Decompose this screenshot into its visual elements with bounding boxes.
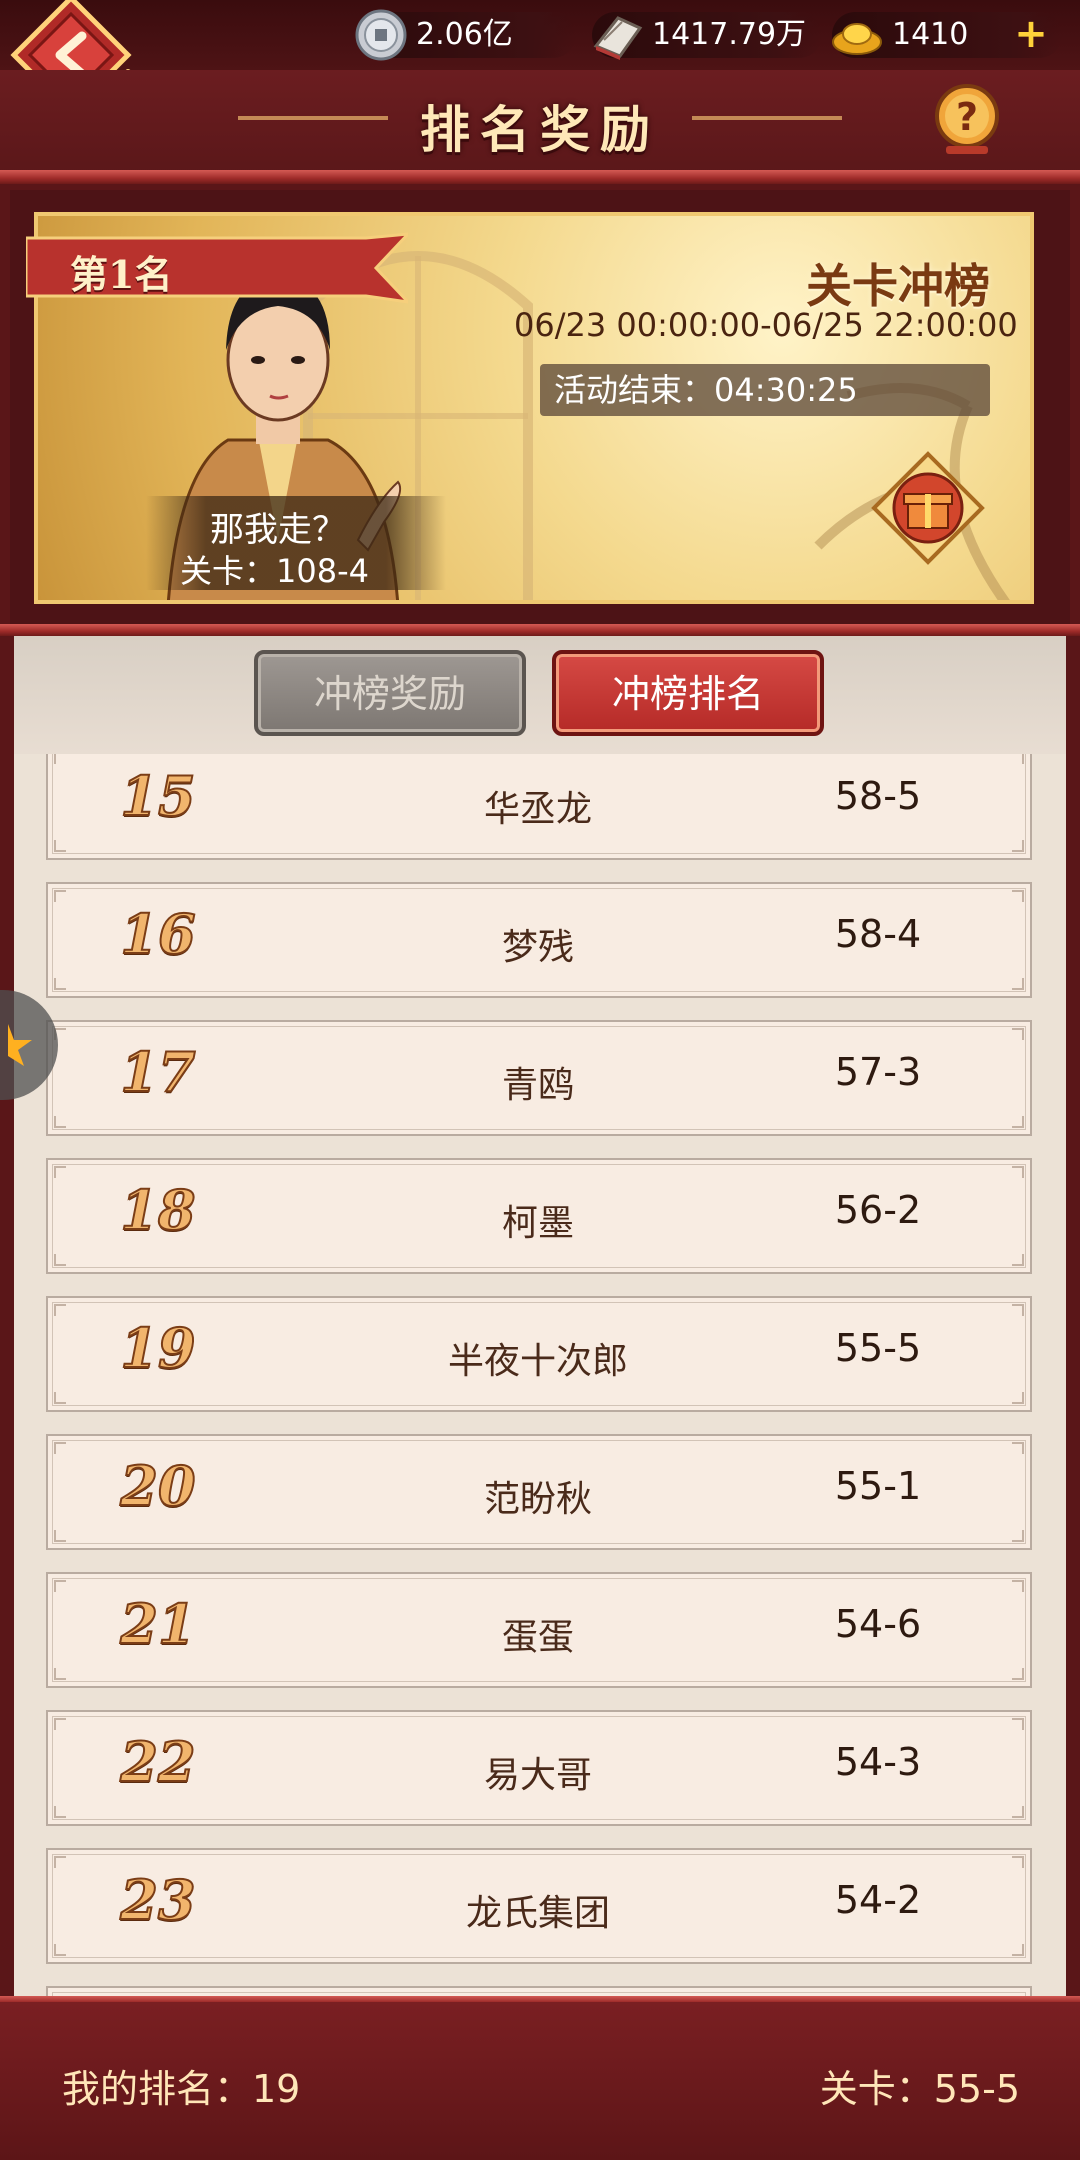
list-item: 23 龙氏集团 54-2 bbox=[46, 1848, 1032, 1964]
list-item: 17 青鸥 57-3 bbox=[46, 1020, 1032, 1136]
rank-number: 16 bbox=[119, 901, 196, 967]
book-icon bbox=[593, 16, 643, 60]
tab-rank-list[interactable]: 冲榜排名 bbox=[552, 650, 824, 736]
top-rail bbox=[0, 170, 1080, 184]
silver-coin-icon bbox=[355, 9, 407, 61]
top-player-stage: 关卡：108-4 bbox=[180, 552, 369, 590]
book-value: 1417.79万 bbox=[652, 17, 807, 52]
rank-number: 19 bbox=[119, 1315, 196, 1381]
list-item: 19 半夜十次郎 55-5 bbox=[46, 1296, 1032, 1412]
player-name: 半夜十次郎 bbox=[447, 1341, 628, 1382]
player-name: 蛋蛋 bbox=[501, 1617, 574, 1658]
list-item: 21 蛋蛋 54-6 bbox=[46, 1572, 1032, 1688]
event-time-range: 06/23 00:00:00-06/25 22:00:00 bbox=[514, 306, 1018, 344]
top-rank-label: 第1名 bbox=[70, 252, 173, 297]
middle-rail bbox=[0, 624, 1080, 636]
top-player-name: 那我走？ bbox=[210, 510, 346, 550]
player-stage: 55-1 bbox=[834, 1464, 922, 1508]
book-resource[interactable]: 1417.79万 bbox=[592, 12, 822, 60]
player-stage: 56-2 bbox=[834, 1188, 922, 1232]
question-mark-icon: ? bbox=[956, 95, 978, 139]
player-stage: 54-6 bbox=[834, 1602, 922, 1646]
player-stage: 55-5 bbox=[834, 1326, 922, 1370]
add-gold-button[interactable]: + bbox=[1014, 14, 1048, 54]
gold-value: 1410 bbox=[892, 17, 969, 52]
rank-number: 15 bbox=[119, 763, 196, 829]
gold-ingot-icon bbox=[832, 23, 882, 55]
help-button[interactable]: ? bbox=[932, 80, 1002, 160]
page-title: 排名奖励 bbox=[420, 100, 660, 159]
rank-number: 17 bbox=[119, 1039, 196, 1105]
rank-number: 18 bbox=[119, 1177, 196, 1243]
list-item: 18 柯墨 56-2 bbox=[46, 1158, 1032, 1274]
list-item: 15 华丞龙 58-5 bbox=[46, 754, 1032, 860]
player-name: 龙氏集团 bbox=[465, 1893, 610, 1934]
event-countdown: 活动结束：04:30:25 bbox=[540, 364, 990, 416]
my-rank: 我的排名：19 bbox=[62, 2067, 301, 2111]
tab-bar bbox=[14, 636, 1066, 754]
list-item: 16 梦残 58-4 bbox=[46, 882, 1032, 998]
star-icon bbox=[8, 1024, 32, 1066]
list-item: 22 易大哥 54-3 bbox=[46, 1710, 1032, 1826]
player-stage: 58-5 bbox=[834, 774, 922, 818]
rank-number: 20 bbox=[119, 1453, 196, 1519]
player-name: 范盼秋 bbox=[483, 1479, 592, 1520]
resource-bar: 2.06亿 1417.79万 1410 + bbox=[0, 0, 1080, 70]
my-stage: 关卡：55-5 bbox=[819, 2067, 1020, 2111]
title-band: 排名奖励 bbox=[0, 70, 1080, 178]
list-item: 20 范盼秋 55-1 bbox=[46, 1434, 1032, 1550]
ranking-list[interactable]: 15 华丞龙 58-5 16 梦残 58-4 17 青鸥 57-3 18 柯墨 … bbox=[14, 754, 1066, 2002]
rank-number: 21 bbox=[119, 1591, 196, 1657]
silver-resource[interactable]: 2.06亿 bbox=[355, 9, 576, 61]
player-stage: 58-4 bbox=[834, 912, 922, 956]
player-name: 青鸥 bbox=[501, 1065, 574, 1106]
player-stage: 54-2 bbox=[834, 1878, 922, 1922]
player-name: 易大哥 bbox=[483, 1755, 592, 1796]
gift-icon bbox=[903, 493, 953, 529]
player-stage: 54-3 bbox=[834, 1740, 922, 1784]
gift-button[interactable] bbox=[870, 450, 986, 566]
silver-value: 2.06亿 bbox=[416, 17, 513, 52]
rank-number: 23 bbox=[119, 1867, 196, 1933]
player-name: 华丞龙 bbox=[483, 789, 592, 830]
player-name: 柯墨 bbox=[501, 1203, 574, 1244]
tab-rank-rewards[interactable]: 冲榜奖励 bbox=[254, 650, 526, 736]
player-stage: 57-3 bbox=[834, 1050, 922, 1094]
rank-number: 22 bbox=[119, 1729, 196, 1795]
player-name: 梦残 bbox=[501, 927, 574, 968]
gold-resource[interactable]: 1410 + bbox=[832, 12, 1062, 58]
